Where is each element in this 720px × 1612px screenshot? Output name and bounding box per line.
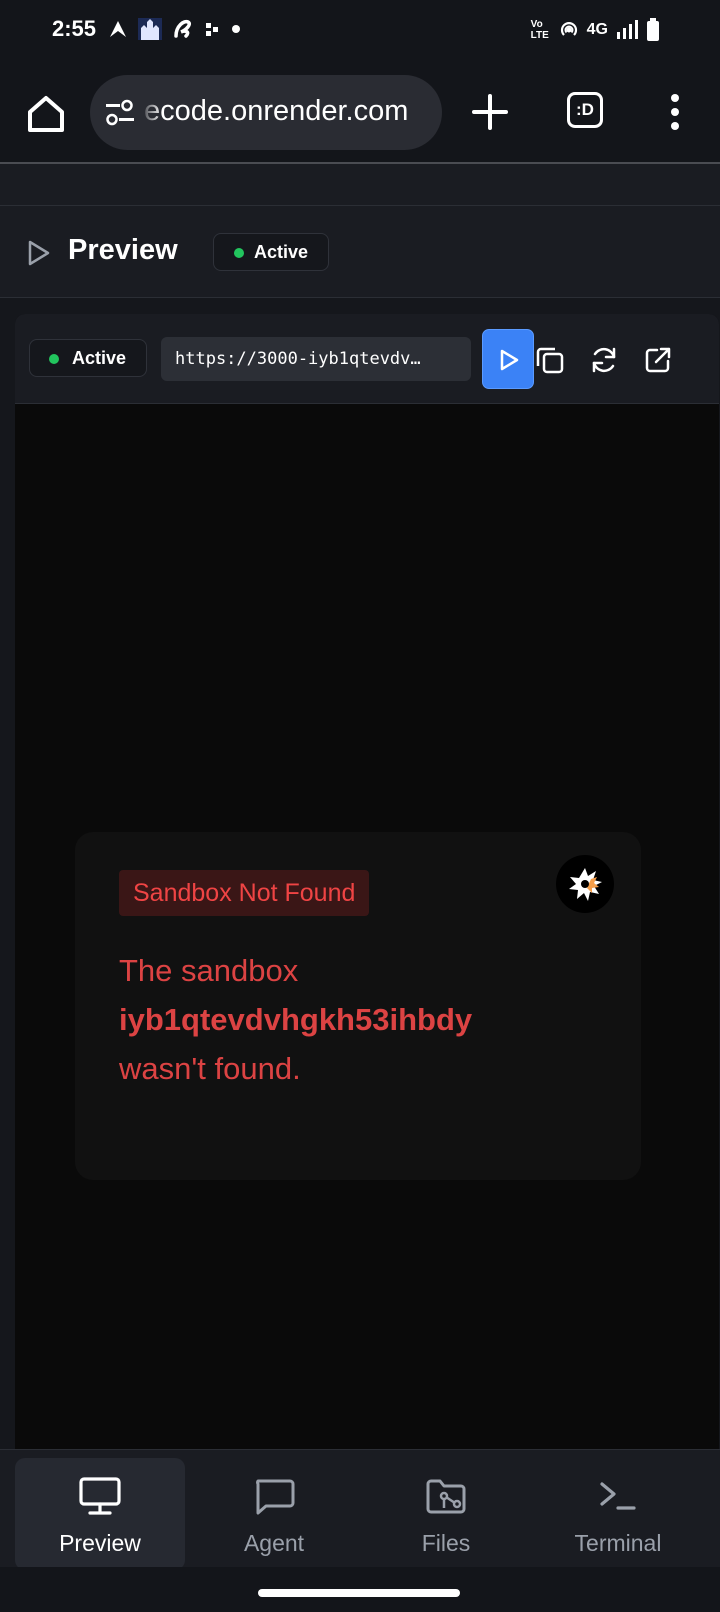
signal-icon — [617, 20, 638, 39]
error-message-prefix: The sandbox — [119, 953, 299, 988]
error-tag: Sandbox Not Found — [119, 870, 370, 916]
nav-preview[interactable]: Preview — [15, 1458, 185, 1570]
error-message: The sandbox iyb1qtevdvhgkh53ihbdy wasn't… — [119, 946, 599, 1093]
site-settings-icon[interactable] — [104, 99, 136, 127]
battery-icon — [647, 18, 659, 41]
chat-icon — [256, 1479, 295, 1515]
preview-toolbar: Active — [15, 314, 719, 404]
home-icon[interactable] — [22, 90, 70, 138]
url-text: ecode.onrender.com — [144, 95, 409, 127]
sandbox-id: iyb1qtevdvhgkh53ihbdy — [119, 1002, 473, 1037]
more-vert-icon[interactable] — [664, 90, 686, 134]
refresh-icon[interactable] — [589, 345, 619, 375]
preview-header: Preview Active — [0, 206, 720, 298]
volte-indicator: Vo LTE — [530, 19, 549, 41]
network-type: 4G — [586, 21, 608, 38]
folder-icon — [426, 1479, 466, 1514]
nav-agent[interactable]: Agent — [189, 1458, 359, 1570]
status-text: Active — [254, 242, 309, 262]
run-button[interactable] — [482, 329, 534, 389]
more-notifications-dot-icon — [232, 25, 240, 33]
plus-icon[interactable] — [470, 92, 510, 132]
hotspot-icon — [560, 22, 577, 36]
preview-url-input[interactable] — [161, 337, 471, 381]
home-gesture-bar[interactable] — [258, 1589, 460, 1597]
nav-label-agent: Agent — [243, 1530, 305, 1556]
app-top-strip — [0, 164, 720, 206]
castle-app-icon — [138, 18, 162, 40]
preview-status-badge: Active — [29, 339, 148, 377]
status-bar: 2:55 Vo LTE 4G — [0, 0, 720, 62]
page-title: Preview — [68, 234, 178, 266]
nav-files[interactable]: Files — [361, 1458, 531, 1570]
monitor-icon — [79, 1477, 121, 1515]
error-message-suffix: wasn't found. — [119, 1051, 301, 1086]
url-fade — [140, 75, 162, 150]
status-text: Active — [72, 348, 127, 368]
play-icon — [500, 349, 519, 371]
airtel-icon — [174, 19, 192, 38]
burst-icon — [569, 868, 602, 901]
gesture-area — [0, 1567, 720, 1612]
notification-icons — [108, 18, 242, 40]
play-icon — [28, 240, 50, 266]
status-dot — [49, 354, 59, 364]
codesandbox-logo-icon — [556, 855, 614, 913]
nav-terminal[interactable]: Terminal — [533, 1458, 703, 1570]
status-badge: Active — [213, 233, 330, 271]
nav-label-preview: Preview — [59, 1530, 141, 1556]
system-status: Vo LTE 4G — [531, 18, 660, 42]
browser-toolbar: ecode.onrender.com :D — [0, 62, 720, 164]
preview-panel: Active Sandbox Not Found The sandbox iyb… — [15, 314, 719, 1449]
copy-icon[interactable] — [535, 345, 565, 375]
nav-label-files: Files — [421, 1530, 471, 1556]
nav-label-terminal: Terminal — [574, 1530, 662, 1556]
dots-app-icon — [206, 23, 218, 36]
status-dot — [234, 248, 244, 258]
tab-switcher-button[interactable]: :D — [567, 92, 603, 128]
error-card: Sandbox Not Found The sandbox iyb1qtevdv… — [75, 832, 641, 1180]
address-bar[interactable]: ecode.onrender.com — [90, 75, 442, 150]
arrow-app-icon — [110, 21, 126, 37]
status-time: 2:55 — [52, 16, 97, 41]
external-link-icon[interactable] — [643, 345, 673, 375]
terminal-icon — [600, 1482, 636, 1510]
bottom-navigation: Preview Agent Files Terminal — [0, 1449, 720, 1570]
